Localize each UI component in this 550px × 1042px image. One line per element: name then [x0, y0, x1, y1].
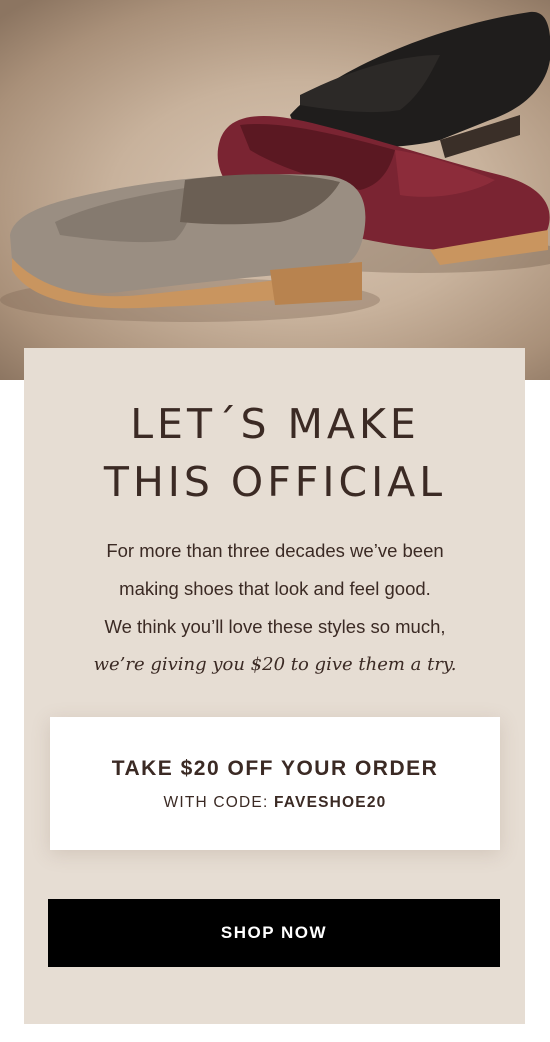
headline: LET´S MAKE THIS OFFICIAL	[0, 395, 550, 511]
body-line-4-italic: we’re giving you $20 to give them a try.	[93, 654, 457, 675]
hero-image[interactable]	[0, 0, 550, 380]
offer-box: TAKE $20 OFF YOUR ORDER WITH CODE: FAVES…	[50, 717, 500, 850]
offer-title: TAKE $20 OFF YOUR ORDER	[111, 757, 439, 780]
body-line-1: For more than three decades we’ve been	[106, 540, 444, 561]
body-copy: For more than three decades we’ve been m…	[60, 532, 490, 684]
offer-code-line: WITH CODE: FAVESHOE20	[50, 794, 500, 812]
shop-now-button[interactable]: SHOP NOW	[48, 899, 500, 967]
headline-line-1: LET´S MAKE	[130, 400, 420, 448]
body-line-2: making shoes that look and feel good.	[119, 578, 431, 599]
body-line-3: We think you’ll love these styles so muc…	[104, 616, 446, 637]
loafers-illustration	[0, 11, 550, 322]
offer-code-prefix: WITH CODE:	[163, 794, 274, 811]
headline-line-2: THIS OFFICIAL	[103, 458, 447, 506]
promo-code: FAVESHOE20	[273, 794, 387, 811]
